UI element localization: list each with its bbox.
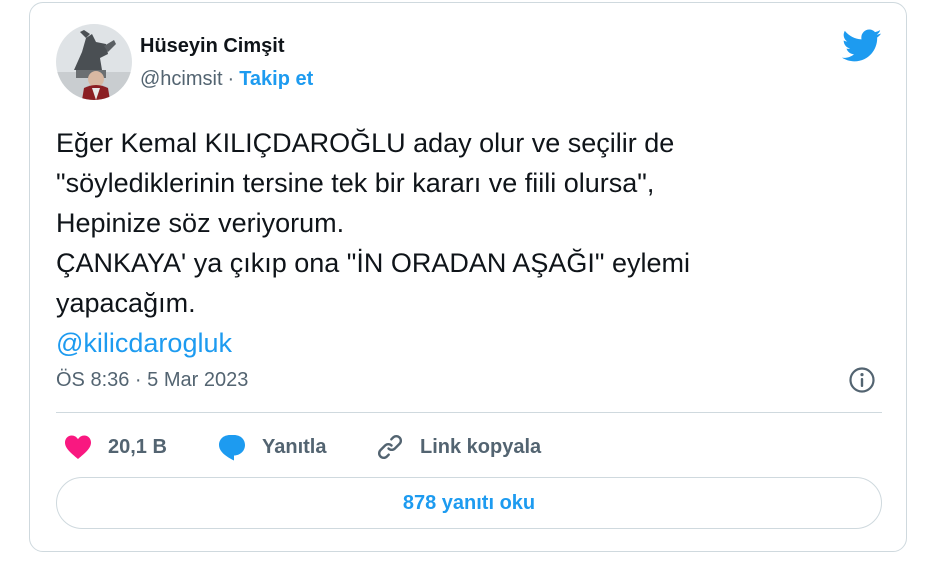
author-handle-row: @hcimsit · Takip et	[140, 67, 313, 91]
info-icon[interactable]	[848, 366, 876, 394]
reply-button[interactable]: Yanıtla	[216, 431, 326, 463]
tweet-timestamp[interactable]: ÖS 8:36 · 5 Mar 2023	[56, 367, 248, 393]
like-count: 20,1 B	[108, 435, 167, 458]
mention-link[interactable]: @kilicdarogluk	[56, 323, 816, 363]
separator-dot: ·	[227, 68, 235, 90]
author-handle[interactable]: @hcimsit	[140, 68, 223, 90]
like-button[interactable]: 20,1 B	[62, 431, 167, 463]
link-icon	[377, 434, 403, 460]
avatar-photo	[56, 24, 132, 100]
tweet-text-line: Hepinize söz veriyorum.	[56, 208, 345, 238]
read-replies-label: 878 yanıtı oku	[402, 491, 536, 514]
follow-link[interactable]: Takip et	[239, 68, 313, 90]
tweet-text: Eğer Kemal KILIÇDAROĞLU aday olur ve seç…	[56, 123, 816, 363]
tweet-card: Hüseyin Cimşit @hcimsit · Takip et Eğer Ke…	[29, 2, 907, 552]
copy-link-label: Link kopyala	[420, 435, 542, 458]
tweet-text-line: "söylediklerinin tersine tek bir kararı …	[56, 168, 655, 198]
divider	[56, 412, 882, 413]
copy-link-button[interactable]: Link kopyala	[374, 431, 541, 463]
speech-bubble-icon	[219, 435, 245, 461]
author-name[interactable]: Hüseyin Cimşit	[140, 34, 284, 58]
tweet-text-line: Eğer Kemal KILIÇDAROĞLU aday olur ve seç…	[56, 128, 675, 158]
twitter-bird-icon[interactable]	[842, 29, 882, 63]
read-replies-button[interactable]: 878 yanıtı oku	[56, 477, 882, 529]
reply-label: Yanıtla	[262, 435, 327, 458]
tweet-text-line: ÇANKAYA' ya çıkıp ona "İN ORADAN AŞAĞI" …	[56, 248, 691, 278]
avatar[interactable]	[56, 24, 132, 100]
heart-icon	[65, 435, 91, 459]
tweet-text-line: yapacağım.	[56, 288, 196, 318]
